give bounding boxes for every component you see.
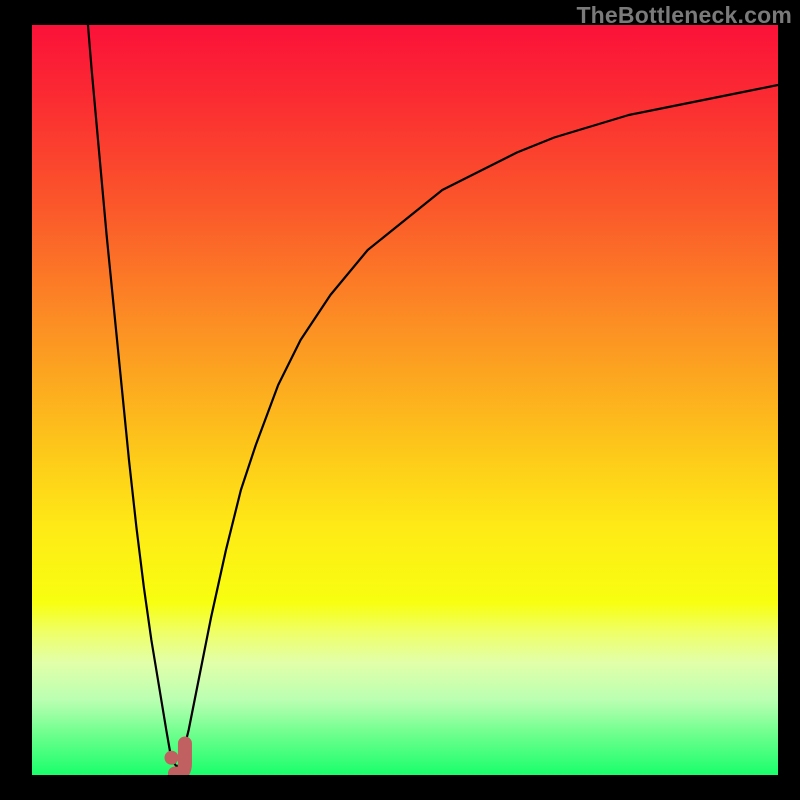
watermark-text: TheBottleneck.com [576,2,792,29]
chart-svg [32,25,778,775]
optimum-dot-marker [165,751,179,765]
chart-plot-area [32,25,778,775]
chart-frame: TheBottleneck.com [0,0,800,800]
gradient-background [32,25,778,775]
